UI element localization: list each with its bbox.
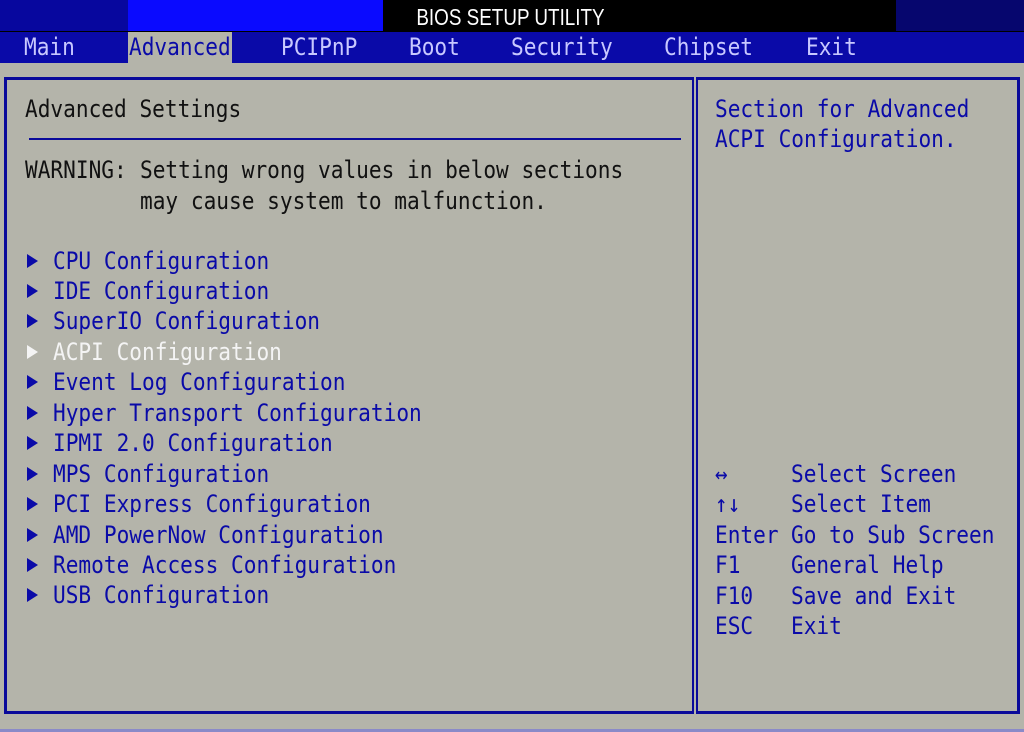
menu-item-label: ACPI Configuration [53, 338, 282, 366]
key-hint-desc: Select Item [791, 490, 931, 518]
menu-item-label: PCI Express Configuration [53, 490, 371, 518]
help-panel: Section for Advanced ACPI Configuration.… [696, 77, 1020, 714]
help-text-line1: Section for Advanced [715, 95, 970, 123]
title-bar-blue-segment [128, 0, 383, 31]
tab-pcipnp[interactable]: PCIPnP [281, 32, 357, 63]
menu-item-label: SuperIO Configuration [53, 307, 321, 335]
tab-chipset[interactable]: Chipset [664, 32, 753, 63]
submenu-arrow-icon [27, 254, 38, 268]
key-hint-desc: Go to Sub Screen [791, 521, 995, 549]
submenu-arrow-icon [27, 497, 38, 511]
submenu-arrow-icon [27, 528, 38, 542]
title-bar-right-segment [896, 0, 1024, 31]
submenu-arrow-icon [27, 314, 38, 328]
left-right-arrows-icon: ↔ [715, 460, 728, 488]
help-text-line2: ACPI Configuration. [715, 125, 957, 153]
menu-item-label: Remote Access Configuration [53, 551, 397, 579]
menu-item-label: MPS Configuration [53, 460, 270, 488]
submenu-arrow-icon [27, 406, 38, 420]
menu-bar: Main Advanced PCIPnP Boot Security Chips… [0, 32, 1024, 63]
window-title: BIOS SETUP UTILITY [416, 4, 605, 30]
submenu-arrow-icon [27, 436, 38, 450]
warning-text-line2: may cause system to malfunction. [140, 187, 547, 215]
tab-advanced-label: Advanced [129, 33, 231, 61]
submenu-arrow-icon [27, 284, 38, 298]
key-hint-desc: General Help [791, 551, 944, 579]
warning-label: WARNING: [25, 156, 127, 184]
submenu-arrow-icon [27, 558, 38, 572]
submenu-arrow-icon [27, 467, 38, 481]
menu-item-label: Event Log Configuration [53, 368, 346, 396]
submenu-arrow-icon [27, 588, 38, 602]
tab-boot[interactable]: Boot [409, 32, 460, 63]
key-hint-desc: Save and Exit [791, 582, 957, 610]
menu-item-label: USB Configuration [53, 581, 270, 609]
key-label: Enter [715, 521, 779, 549]
title-bar: BIOS SETUP UTILITY [0, 0, 1024, 32]
title-bar-left-segment [0, 0, 128, 31]
page-title: Advanced Settings [25, 95, 242, 123]
settings-panel: Advanced Settings WARNING: Setting wrong… [4, 77, 694, 714]
key-hint-desc: Select Screen [791, 460, 957, 488]
tab-security[interactable]: Security [511, 32, 613, 63]
heading-divider [29, 138, 681, 140]
key-label: ESC [715, 612, 754, 640]
tab-advanced[interactable]: Advanced [128, 32, 232, 63]
up-down-arrows-icon: ↑↓ [715, 490, 741, 518]
key-label: F10 [715, 582, 754, 610]
warning-text-line1: Setting wrong values in below sections [140, 156, 624, 184]
key-hint-desc: Exit [791, 612, 842, 640]
menu-item-label: AMD PowerNow Configuration [53, 521, 384, 549]
key-label: F1 [715, 551, 741, 579]
tab-exit[interactable]: Exit [806, 32, 857, 63]
menu-item-label: IPMI 2.0 Configuration [53, 429, 333, 457]
tab-main[interactable]: Main [24, 32, 75, 63]
menu-item-label: CPU Configuration [53, 247, 270, 275]
submenu-arrow-icon [27, 375, 38, 389]
menu-item-label: Hyper Transport Configuration [53, 399, 422, 427]
submenu-arrow-icon [27, 345, 38, 359]
menu-item-label: IDE Configuration [53, 277, 270, 305]
